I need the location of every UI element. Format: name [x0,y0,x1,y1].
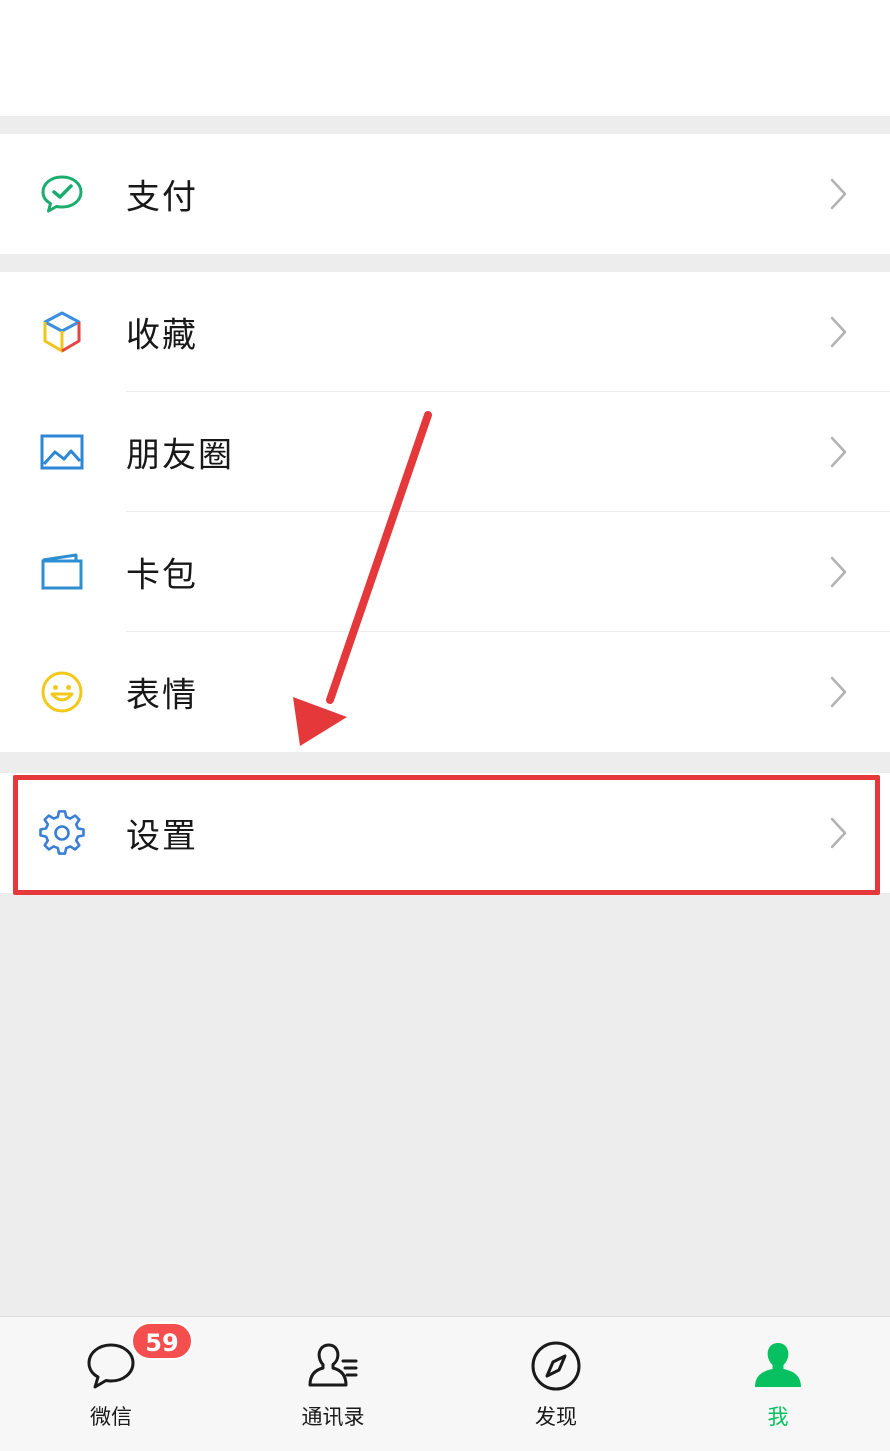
profile-header-area [0,0,890,116]
menu-group-settings: 设置 [0,773,890,893]
menu-item-settings[interactable]: 设置 [0,773,890,893]
card-wallet-icon [38,548,86,596]
menu-item-label: 设置 [126,816,198,857]
chevron-right-icon [828,435,850,469]
smiley-icon [38,668,86,716]
menu-item-label: 朋友圈 [126,435,234,476]
chat-bubble-icon [83,1339,139,1393]
chevron-right-icon [828,177,850,211]
chevron-right-icon [828,816,850,850]
compass-icon [528,1339,584,1393]
menu-item-pay[interactable]: 支付 [0,134,890,254]
tab-me[interactable]: 我 [667,1317,889,1451]
contacts-icon [305,1339,361,1393]
menu-item-label: 表情 [126,675,198,716]
image-icon [38,428,86,476]
tab-label: 通讯录 [301,1405,365,1429]
menu-item-label: 卡包 [126,555,198,596]
menu-group-main: 收藏 朋友圈 卡包 表情 [0,272,890,752]
chevron-right-icon [828,675,850,709]
tab-contacts[interactable]: 通讯录 [222,1317,444,1451]
menu-item-favorites[interactable]: 收藏 [0,272,890,392]
chevron-right-icon [828,315,850,349]
gear-icon [38,809,86,857]
menu-item-label: 支付 [126,177,198,218]
cube-icon [38,308,86,356]
chevron-right-icon [828,555,850,589]
menu-item-moments[interactable]: 朋友圈 [0,392,890,512]
person-icon [750,1339,806,1393]
menu-item-cards[interactable]: 卡包 [0,512,890,632]
menu-item-label: 收藏 [126,315,198,356]
pay-icon [38,170,86,218]
tab-label: 我 [767,1405,789,1429]
unread-badge: 59 [131,1322,193,1360]
menu-item-stickers[interactable]: 表情 [0,632,890,752]
menu-group-pay: 支付 [0,134,890,254]
tab-label: 微信 [90,1405,132,1429]
tab-label: 发现 [535,1405,577,1429]
tab-discover[interactable]: 发现 [445,1317,667,1451]
